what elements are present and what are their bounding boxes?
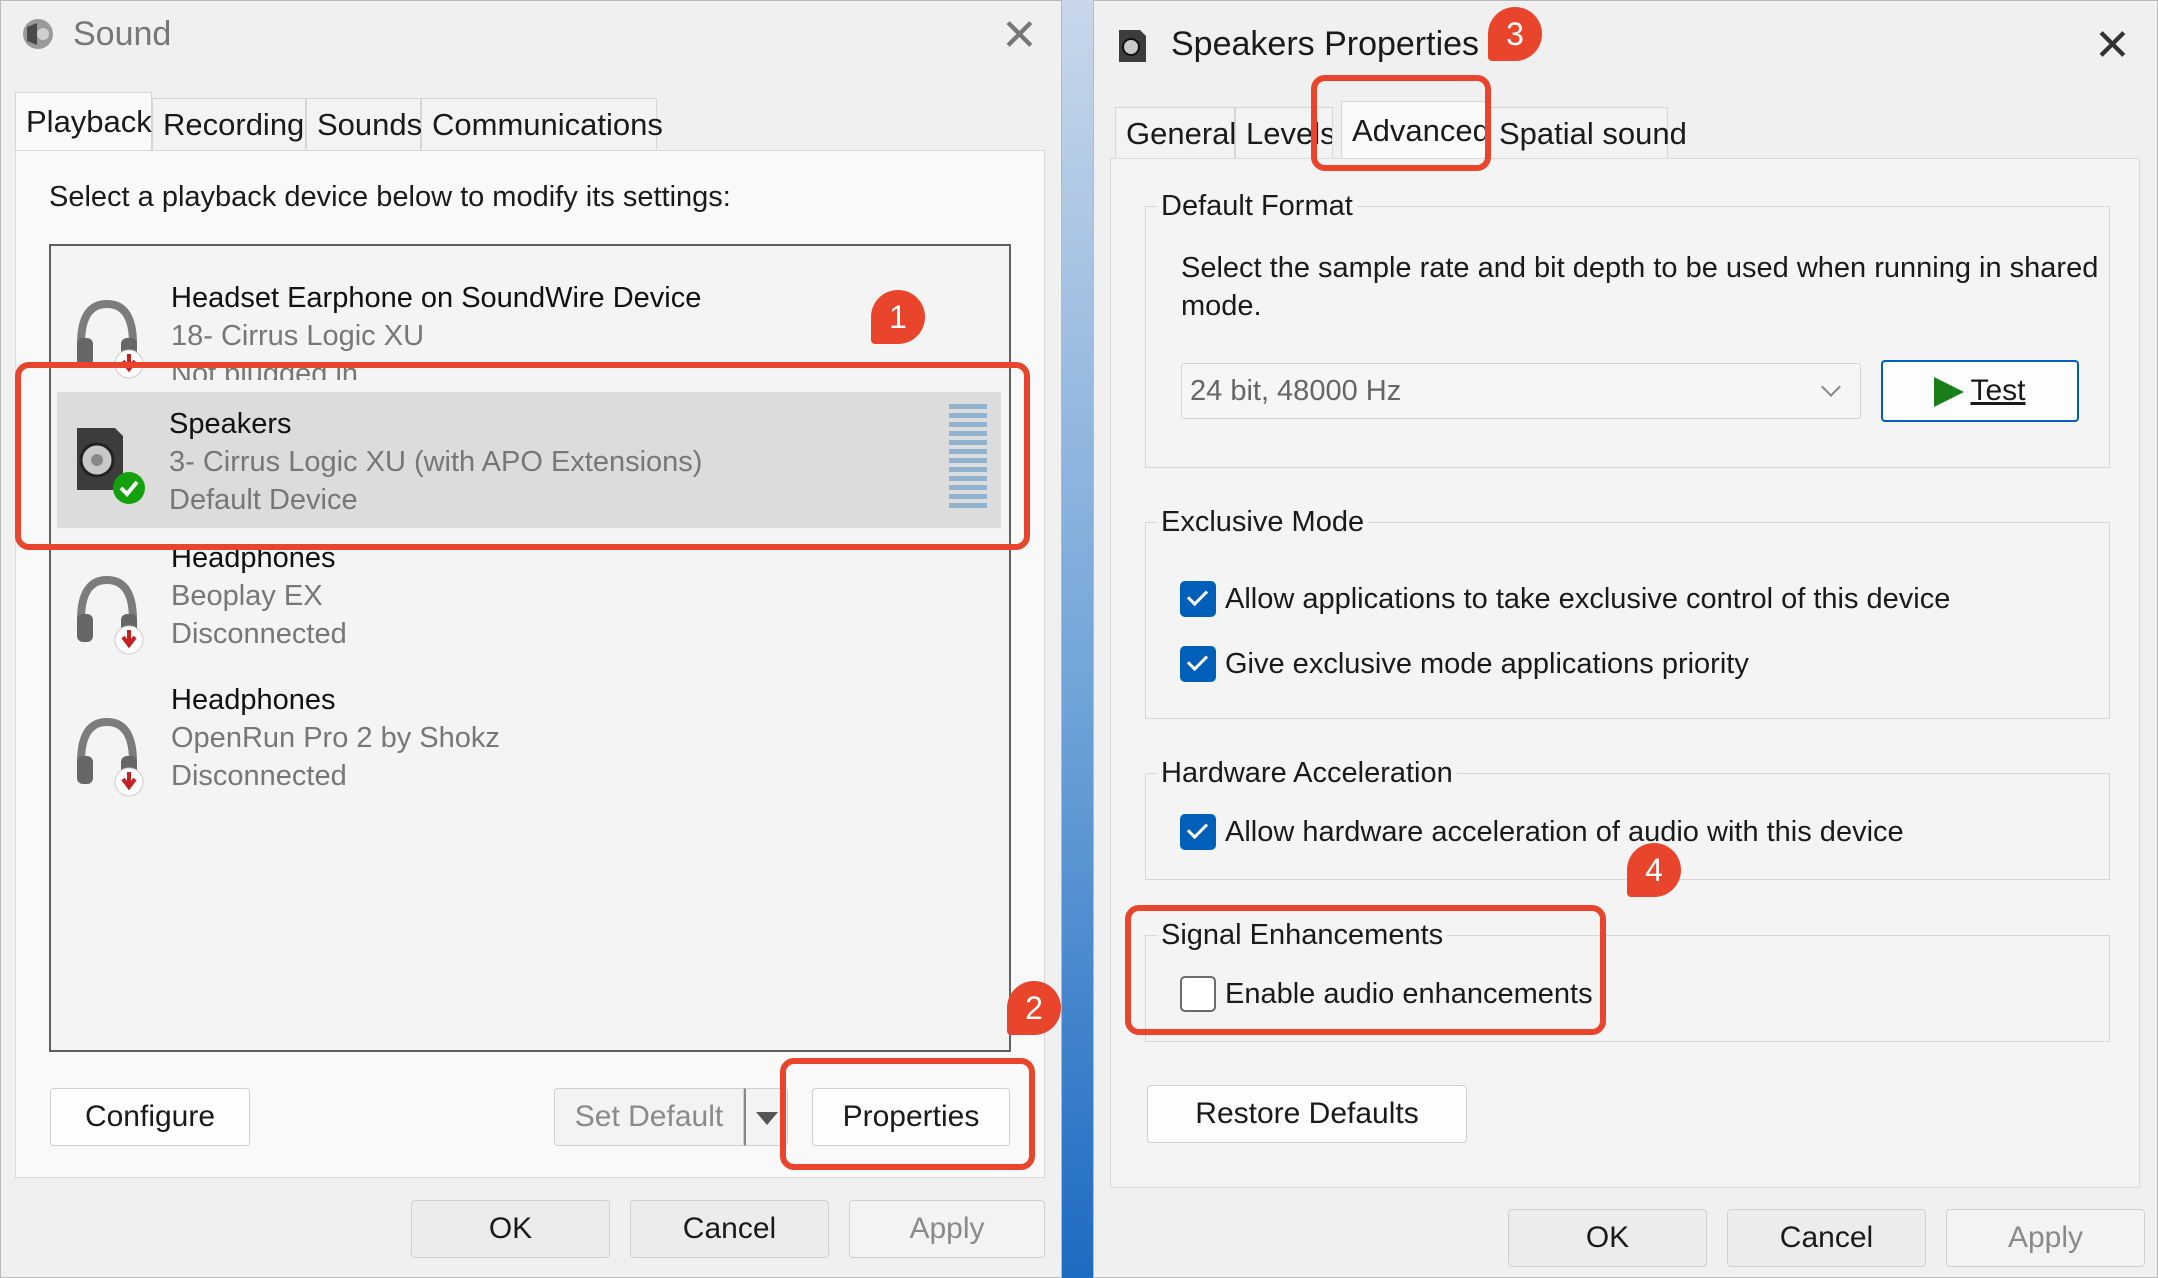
test-label: Test: [1970, 374, 2026, 407]
sample-rate-value: 24 bit, 48000 Hz: [1190, 375, 1402, 407]
audio-enhancements-checkbox[interactable]: [1180, 976, 1216, 1012]
sound-title: Sound: [73, 15, 172, 53]
hardware-acceleration-checkbox[interactable]: [1180, 814, 1216, 850]
device-status: Not plugged in: [171, 358, 359, 380]
tab-levels[interactable]: Levels: [1235, 107, 1333, 159]
step-marker-4: 4: [1627, 843, 1681, 897]
tab-sounds[interactable]: Sounds: [306, 98, 422, 150]
default-format-description-2: mode.: [1181, 290, 1262, 322]
device-status: Disconnected: [171, 760, 347, 792]
headset-icon: [71, 294, 145, 380]
props-title: Speakers Properties: [1171, 25, 1480, 63]
device-driver: OpenRun Pro 2 by Shokz: [171, 722, 500, 754]
apply-button[interactable]: Apply: [849, 1200, 1045, 1258]
sound-close-icon[interactable]: ✕: [1001, 11, 1038, 61]
sound-window: Sound ✕ Playback Recording Sounds Commun…: [0, 0, 1062, 1278]
set-default-button[interactable]: Set Default: [554, 1088, 744, 1146]
tab-advanced[interactable]: Advanced: [1341, 101, 1490, 159]
device-name: Headset Earphone on SoundWire Device: [171, 282, 702, 314]
device-list: Headset Earphone on SoundWire Device 18-…: [49, 244, 1011, 1052]
device-status: Default Device: [169, 484, 358, 516]
ok-button[interactable]: OK: [411, 1200, 610, 1258]
hardware-acceleration-label: Allow hardware acceleration of audio wit…: [1225, 816, 1904, 848]
exclusive-priority-checkbox[interactable]: [1180, 646, 1216, 682]
sound-app-icon: [19, 15, 57, 53]
tab-recording[interactable]: Recording: [152, 98, 306, 150]
headphones-icon: [71, 712, 145, 798]
props-ok-button[interactable]: OK: [1508, 1209, 1707, 1267]
device-name: Speakers: [169, 408, 292, 440]
props-apply-button[interactable]: Apply: [1946, 1209, 2145, 1267]
list-item[interactable]: Headphones Beoplay EX Disconnected: [53, 542, 1005, 678]
list-item[interactable]: Headset Earphone on SoundWire Device 18-…: [53, 266, 1005, 402]
device-driver: 18- Cirrus Logic XU: [171, 320, 425, 352]
exclusive-mode-title: Exclusive Mode: [1157, 506, 1369, 539]
default-format-title: Default Format: [1157, 190, 1357, 223]
tab-spatial-sound[interactable]: Spatial sound: [1488, 107, 1687, 159]
device-name: Headphones: [171, 684, 336, 716]
headphones-icon: [71, 570, 145, 656]
configure-button[interactable]: Configure: [50, 1088, 250, 1146]
props-titlebar: Speakers Properties ✕: [1094, 1, 2157, 71]
set-default-dropdown[interactable]: [744, 1088, 788, 1146]
hardware-acceleration-title: Hardware Acceleration: [1157, 757, 1457, 790]
chevron-down-icon: [1821, 377, 1841, 397]
device-status: Disconnected: [171, 618, 347, 650]
props-close-icon[interactable]: ✕: [2094, 21, 2131, 71]
default-format-description: Select the sample rate and bit depth to …: [1181, 252, 2099, 284]
step-marker-2: 2: [1007, 981, 1061, 1035]
device-driver: 3- Cirrus Logic XU (with APO Extensions): [169, 446, 703, 478]
exclusive-priority-label: Give exclusive mode applications priorit…: [1225, 648, 1749, 680]
exclusive-control-checkbox[interactable]: [1180, 581, 1216, 617]
sound-titlebar: Sound ✕: [1, 1, 1061, 71]
tab-general[interactable]: General: [1115, 107, 1236, 159]
step-marker-1: 1: [871, 290, 925, 344]
volume-meter: [949, 404, 987, 512]
playback-instruction: Select a playback device below to modify…: [49, 181, 731, 213]
default-format-group: [1145, 206, 2110, 468]
list-item[interactable]: Headphones OpenRun Pro 2 by Shokz Discon…: [53, 684, 1005, 820]
audio-enhancements-label: Enable audio enhancements: [1225, 978, 1593, 1010]
properties-button[interactable]: Properties: [812, 1088, 1010, 1146]
step-marker-3: 3: [1488, 7, 1542, 61]
test-button[interactable]: Test: [1881, 360, 2079, 422]
sample-rate-select[interactable]: 24 bit, 48000 Hz: [1181, 363, 1861, 419]
device-name: Headphones: [171, 542, 336, 574]
restore-defaults-button[interactable]: Restore Defaults: [1147, 1085, 1467, 1143]
cancel-button[interactable]: Cancel: [630, 1200, 829, 1258]
exclusive-mode-group: [1145, 522, 2110, 719]
list-item-selected[interactable]: Speakers 3- Cirrus Logic XU (with APO Ex…: [57, 392, 1001, 528]
device-driver: Beoplay EX: [171, 580, 323, 612]
signal-enhancements-title: Signal Enhancements: [1157, 919, 1448, 952]
tab-communications[interactable]: Communications: [421, 98, 663, 150]
chevron-down-icon: [755, 1111, 778, 1125]
speaker-icon: [71, 420, 145, 506]
speaker-app-icon: [1116, 27, 1150, 65]
props-cancel-button[interactable]: Cancel: [1727, 1209, 1926, 1267]
tab-playback[interactable]: Playback: [15, 92, 152, 150]
play-icon: [1934, 377, 1965, 408]
exclusive-control-label: Allow applications to take exclusive con…: [1225, 583, 1951, 615]
